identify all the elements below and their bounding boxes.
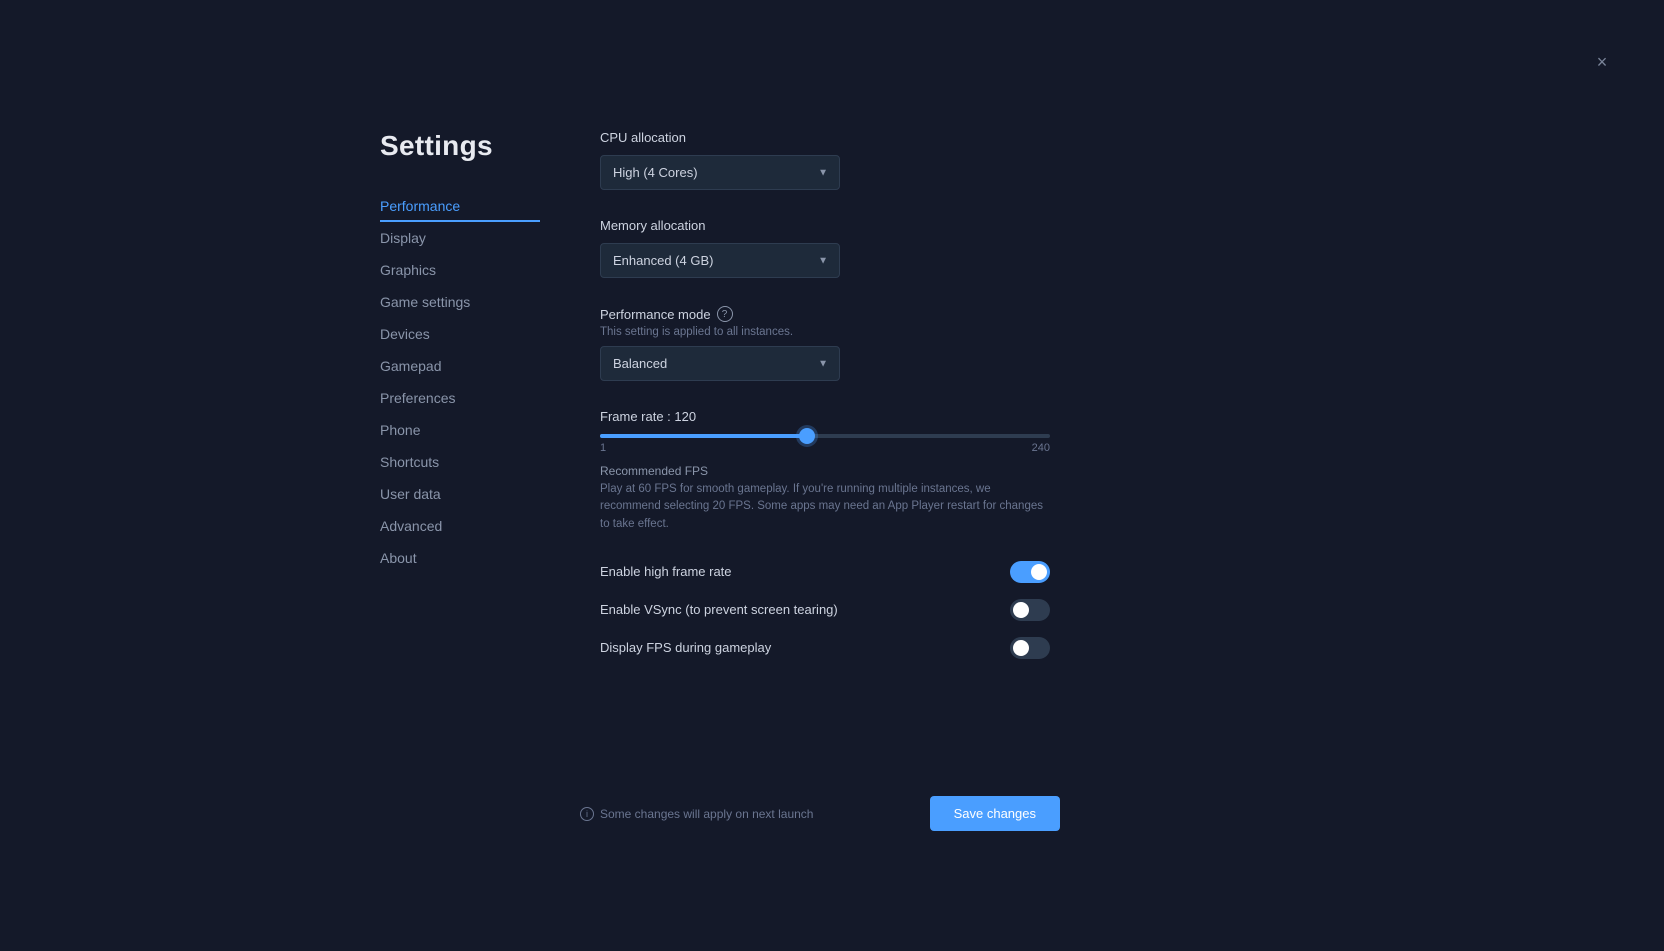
sidebar-item-about[interactable]: About <box>380 542 540 574</box>
save-changes-button[interactable]: Save changes <box>930 796 1060 831</box>
toggle-high-frame-rate-thumb <box>1031 564 1047 580</box>
memory-allocation-section: Memory allocation Low (1 GB) Medium (2 G… <box>600 218 1140 278</box>
performance-mode-sub-label: This setting is applied to all instances… <box>600 326 1140 338</box>
cpu-allocation-label: CPU allocation <box>600 130 1140 145</box>
toggle-display-fps[interactable] <box>1010 637 1050 659</box>
toggle-display-fps-label: Display FPS during gameplay <box>600 640 771 655</box>
sidebar: Settings Performance Display Graphics Ga… <box>380 130 540 667</box>
sidebar-item-user-data[interactable]: User data <box>380 478 540 510</box>
page-title: Settings <box>380 130 540 162</box>
toggles-container: Enable high frame rate Enable VSync (to … <box>600 553 1140 667</box>
settings-container: Settings Performance Display Graphics Ga… <box>380 130 1140 667</box>
cpu-allocation-select[interactable]: Low (1 Core) Medium (2 Cores) High (4 Co… <box>600 155 840 190</box>
sidebar-item-shortcuts[interactable]: Shortcuts <box>380 446 540 478</box>
frame-rate-slider-container <box>600 434 1050 438</box>
performance-mode-help-icon[interactable]: ? <box>717 306 733 322</box>
changes-note-text: Some changes will apply on next launch <box>600 807 813 821</box>
sidebar-item-preferences[interactable]: Preferences <box>380 382 540 414</box>
performance-mode-select-wrapper: Power saving Balanced High performance ▼ <box>600 346 840 381</box>
sidebar-item-gamepad[interactable]: Gamepad <box>380 350 540 382</box>
changes-note: i Some changes will apply on next launch <box>580 807 813 821</box>
toggle-display-fps-thumb <box>1013 640 1029 656</box>
memory-allocation-select[interactable]: Low (1 GB) Medium (2 GB) Enhanced (4 GB)… <box>600 243 840 278</box>
cpu-allocation-section: CPU allocation Low (1 Core) Medium (2 Co… <box>600 130 1140 190</box>
slider-fill <box>600 434 807 438</box>
fps-recommended-desc: Play at 60 FPS for smooth gameplay. If y… <box>600 481 1050 533</box>
slider-max-label: 240 <box>1032 442 1050 454</box>
performance-mode-label-row: Performance mode ? <box>600 306 1140 322</box>
sidebar-item-phone[interactable]: Phone <box>380 414 540 446</box>
performance-mode-label: Performance mode <box>600 307 711 322</box>
sidebar-item-performance[interactable]: Performance <box>380 190 540 222</box>
main-content: CPU allocation Low (1 Core) Medium (2 Co… <box>600 130 1140 667</box>
slider-range-labels: 1 240 <box>600 442 1050 454</box>
fps-info: Recommended FPS Play at 60 FPS for smoot… <box>600 464 1140 533</box>
frame-rate-label: Frame rate : 120 <box>600 409 1140 424</box>
sidebar-item-graphics[interactable]: Graphics <box>380 254 540 286</box>
bottom-bar: i Some changes will apply on next launch… <box>580 796 1060 831</box>
slider-track <box>600 434 1050 438</box>
memory-allocation-label: Memory allocation <box>600 218 1140 233</box>
performance-mode-select[interactable]: Power saving Balanced High performance <box>600 346 840 381</box>
memory-allocation-select-wrapper: Low (1 GB) Medium (2 GB) Enhanced (4 GB)… <box>600 243 840 278</box>
toggle-row-display-fps: Display FPS during gameplay <box>600 629 1050 667</box>
toggle-vsync[interactable] <box>1010 599 1050 621</box>
fps-recommended-title: Recommended FPS <box>600 464 1140 478</box>
slider-thumb <box>799 428 815 444</box>
sidebar-item-game-settings[interactable]: Game settings <box>380 286 540 318</box>
toggle-high-frame-rate[interactable] <box>1010 561 1050 583</box>
slider-min-label: 1 <box>600 442 606 454</box>
sidebar-item-devices[interactable]: Devices <box>380 318 540 350</box>
sidebar-item-display[interactable]: Display <box>380 222 540 254</box>
performance-mode-section: Performance mode ? This setting is appli… <box>600 306 1140 381</box>
info-icon: i <box>580 807 594 821</box>
toggle-high-frame-rate-label: Enable high frame rate <box>600 564 732 579</box>
frame-rate-section: Frame rate : 120 1 240 Recommended FPS P… <box>600 409 1140 533</box>
toggle-row-high-frame-rate: Enable high frame rate <box>600 553 1050 591</box>
close-button[interactable]: × <box>1590 50 1614 74</box>
cpu-allocation-select-wrapper: Low (1 Core) Medium (2 Cores) High (4 Co… <box>600 155 840 190</box>
toggle-row-vsync: Enable VSync (to prevent screen tearing) <box>600 591 1050 629</box>
toggle-vsync-thumb <box>1013 602 1029 618</box>
toggle-vsync-label: Enable VSync (to prevent screen tearing) <box>600 602 838 617</box>
sidebar-item-advanced[interactable]: Advanced <box>380 510 540 542</box>
